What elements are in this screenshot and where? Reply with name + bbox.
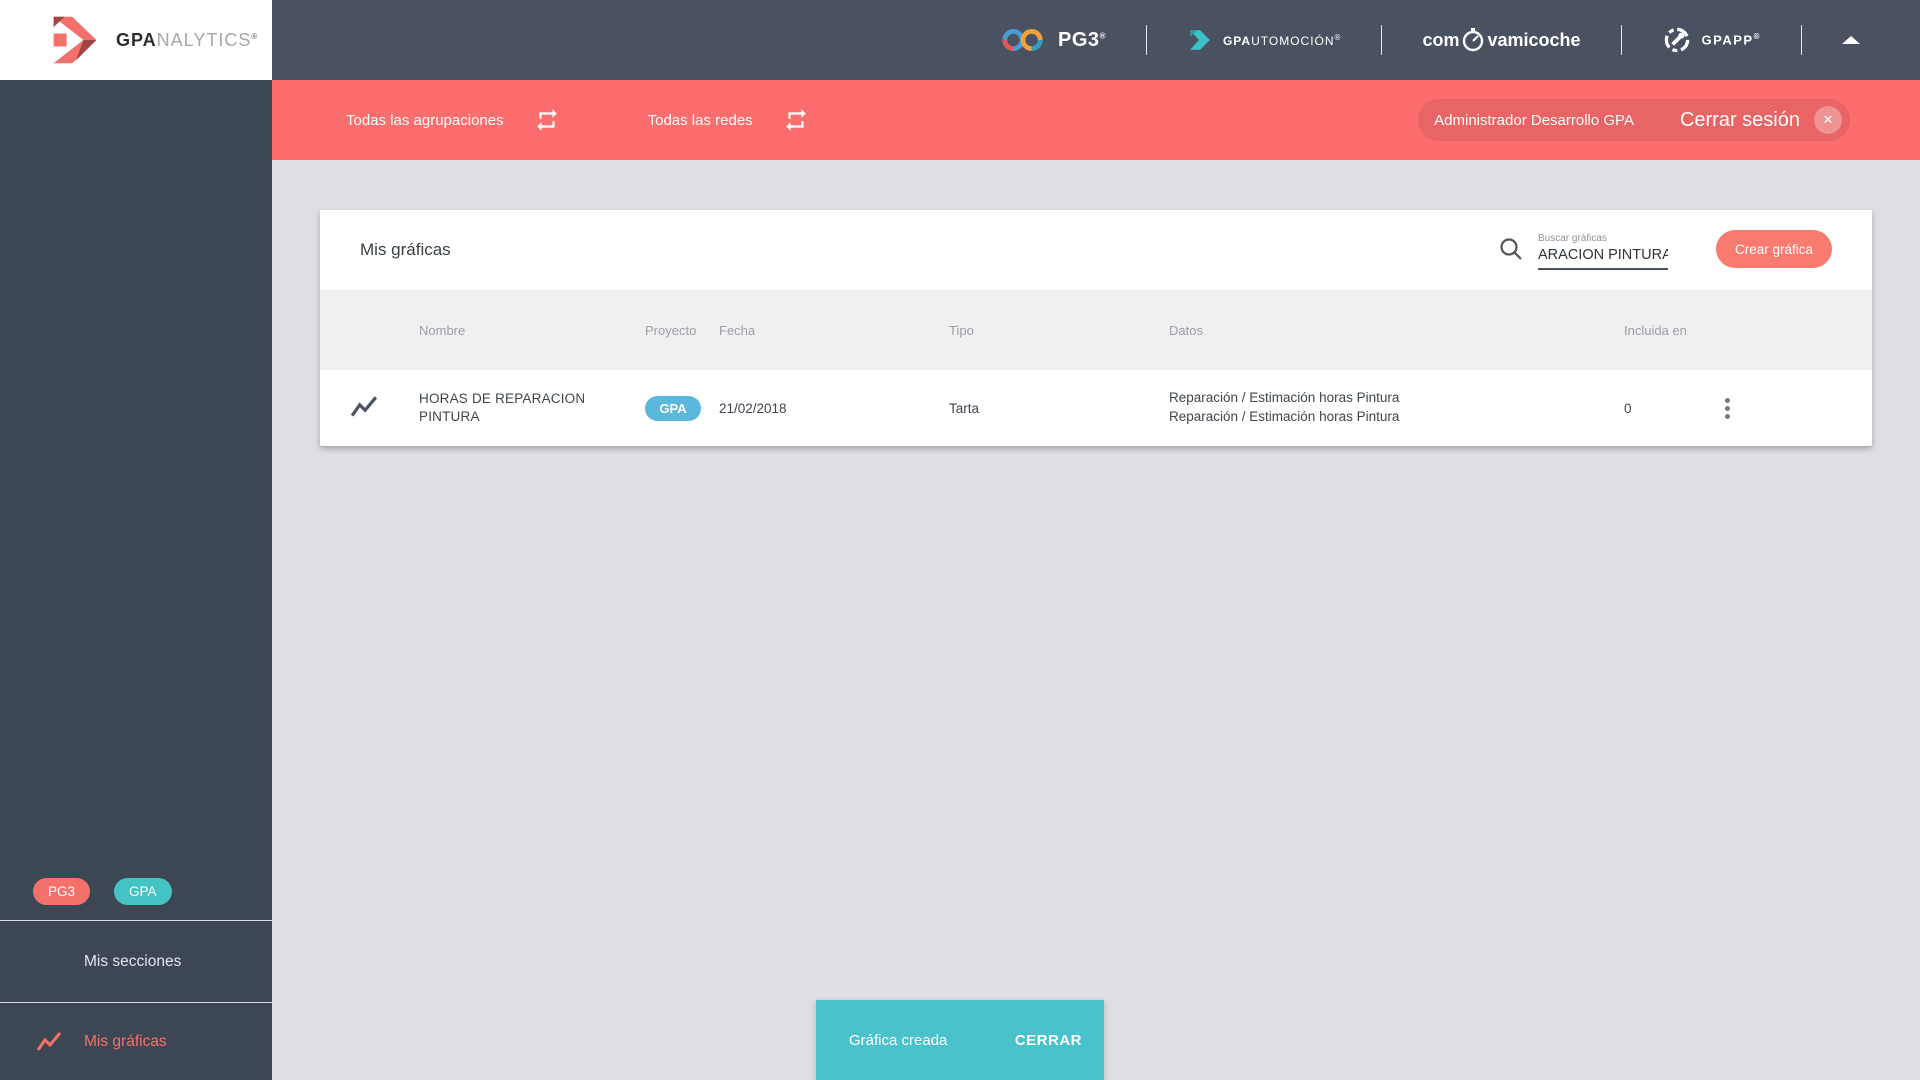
data-source-line: Reparación / Estimación horas Pintura (1169, 409, 1400, 424)
swap-groupings-icon[interactable] (534, 107, 560, 133)
comovamicoche-post-label: vamicoche (1487, 29, 1581, 50)
mis-graficas-card: Mis gráficas Buscar gráficas Crear gráfi… (320, 210, 1872, 446)
chart-type: Tarta (949, 400, 980, 416)
sidebar-item-mis-secciones[interactable]: Mis secciones (0, 920, 272, 1002)
column-header-datos: Datos (1169, 322, 1203, 338)
included-in-count: 0 (1624, 400, 1632, 416)
column-header-fecha: Fecha (719, 322, 756, 338)
gpautomocion-arrow-icon (1190, 30, 1210, 50)
search-field-label: Buscar gráficas (1538, 233, 1607, 244)
search-icon[interactable] (1498, 236, 1524, 262)
data-source-line: Reparación / Estimación horas Pintura (1169, 390, 1400, 406)
gpa-arrow-logo-icon (53, 16, 97, 64)
pg3-label: PG3® (1058, 28, 1106, 51)
gpapp-label: GPAPP® (1701, 32, 1761, 48)
sidebar-item-label: Mis secciones (84, 952, 182, 970)
page-title: Mis gráficas (360, 240, 451, 259)
table-row[interactable]: HORAS DE REPARACION PINTURA GPA 21/02/20… (320, 370, 1872, 446)
sidebar: GPANALYTICS® PG3 GPA Mis secciones Mis g… (0, 0, 272, 1080)
chart-type-line-icon (350, 395, 378, 422)
column-header-incluida-en: Incluida en (1624, 322, 1687, 338)
snackbar-close-button[interactable]: CERRAR (1007, 1024, 1090, 1057)
search-input[interactable] (1538, 247, 1668, 270)
create-chart-button[interactable]: Crear gráfica (1716, 230, 1832, 268)
sidebar-item-mis-graficas[interactable]: Mis gráficas (0, 1002, 272, 1080)
gpapp-wrench-gauge-icon (1664, 27, 1689, 53)
gpautomocion-label: GPAUTOMOCIÓN® (1222, 32, 1342, 48)
filter-bar: Todas las agrupaciones Todas las redes A… (272, 80, 1920, 160)
networks-filter-label: Todas las redes (647, 111, 753, 129)
chart-name: HORAS DE REPARACION PINTURA (419, 391, 586, 424)
snackbar: Gráfica creada CERRAR (816, 1000, 1104, 1080)
swap-networks-icon[interactable] (783, 107, 809, 133)
logout-button[interactable]: Cerrar sesión (1680, 109, 1800, 132)
logout-close-icon[interactable]: ✕ (1814, 106, 1842, 134)
menu-icon (36, 951, 62, 972)
sidebar-item-label: Mis gráficas (84, 1032, 167, 1050)
brand-pg3[interactable]: PG3® (1000, 26, 1106, 54)
card-header: Mis gráficas Buscar gráficas Crear gráfi… (320, 210, 1872, 290)
column-header-nombre: Nombre (419, 322, 466, 338)
user-name-label: Administrador Desarrollo GPA (1434, 111, 1634, 129)
user-session-pill: Administrador Desarrollo GPA Cerrar sesi… (1418, 99, 1850, 141)
table-header-row: Nombre Proyecto Fecha Tipo Datos Incluid… (320, 290, 1872, 370)
app-logo-label: GPANALYTICS® (116, 29, 259, 50)
divider (1145, 25, 1147, 55)
row-overflow-menu-icon[interactable] (1717, 394, 1737, 423)
chart-data-sources: Reparación / Estimación horas Pintura Re… (1169, 389, 1624, 427)
chart-date: 21/02/2018 (719, 400, 787, 416)
project-badge: GPA (645, 395, 701, 421)
divider (1620, 25, 1622, 55)
line-chart-icon (36, 1031, 62, 1053)
groupings-filter-label: Todas las agrupaciones (346, 111, 504, 129)
snackbar-message: Gráfica creada (849, 1031, 948, 1049)
column-header-tipo: Tipo (949, 322, 974, 338)
column-header-proyecto: Proyecto (645, 322, 697, 338)
badge-pg3[interactable]: PG3 (33, 878, 91, 905)
comovamicoche-pre-label: com (1422, 29, 1460, 50)
app-logo[interactable]: GPANALYTICS® (0, 0, 272, 80)
top-app-bar: PG3® GPAUTOMOCIÓN® com vamicoche GPAPP® (272, 0, 1920, 80)
divider (1801, 25, 1802, 55)
brand-comovamicoche[interactable]: com vamicoche (1422, 27, 1581, 53)
divider (1381, 25, 1383, 55)
brand-gpapp[interactable]: GPAPP® (1662, 25, 1761, 55)
stopwatch-icon (1463, 28, 1484, 52)
sidebar-badges: PG3 GPA (33, 878, 172, 905)
pg3-infinity-icon (1002, 28, 1043, 52)
badge-gpa[interactable]: GPA (114, 878, 172, 905)
collapse-arrow-icon[interactable] (1842, 36, 1860, 44)
brand-gpautomocion[interactable]: GPAUTOMOCIÓN® (1187, 27, 1341, 53)
